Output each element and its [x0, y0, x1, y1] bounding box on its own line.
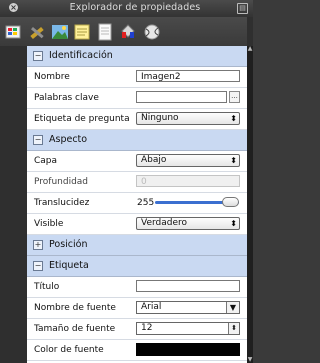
landscape-icon[interactable] [51, 23, 69, 41]
select-value: Abajo [141, 155, 167, 165]
section-title: Posición [49, 239, 88, 250]
row-titulo: Título [27, 277, 247, 298]
toolbar [0, 17, 247, 46]
palabras-clave-input[interactable] [136, 91, 227, 103]
row-translucidez: Translucidez 255 [27, 193, 247, 214]
color-fuente-label: Color de fuente [34, 345, 104, 355]
tamano-fuente-label: Tamaño de fuente [34, 324, 116, 334]
row-color-fuente: Color de fuente [27, 340, 247, 361]
updown-arrows-icon: ⬍ [230, 114, 237, 123]
window-title: Explorador de propiedades [69, 2, 201, 13]
scroll-down-icon[interactable]: ▼ [247, 357, 253, 363]
color-fuente-swatch[interactable] [136, 343, 240, 356]
visible-label: Visible [34, 219, 64, 229]
section-aspecto[interactable]: − Aspecto [27, 130, 247, 151]
translucidez-slider-handle[interactable] [222, 197, 239, 207]
nombre-fuente-label: Nombre de fuente [34, 303, 116, 313]
updown-arrows-icon: ⬍ [230, 219, 237, 228]
profundidad-label: Profundidad [34, 177, 89, 187]
translucidez-label: Translucidez [34, 198, 90, 208]
row-nombre-fuente: Nombre de fuente Arial ▼ [27, 298, 247, 319]
select-value: Ninguno [141, 113, 179, 123]
updown-arrows-icon: ⬍ [230, 156, 237, 165]
capa-select[interactable]: Abajo ⬍ [136, 154, 240, 167]
nombre-label: Nombre [34, 72, 70, 82]
updown-arrows-icon[interactable]: ⬍ [228, 323, 239, 334]
row-capa: Capa Abajo ⬍ [27, 151, 247, 172]
collapse-toggle-icon[interactable]: − [33, 261, 43, 271]
close-icon[interactable]: × [9, 3, 18, 12]
etiqueta-pregunta-label: Etiqueta de pregunta [34, 114, 130, 124]
scroll-up-icon[interactable]: ▲ [247, 46, 253, 52]
nombre-fuente-combobox[interactable]: Arial ▼ [136, 301, 240, 314]
select-value: Arial [141, 302, 162, 312]
vertical-scrollbar[interactable]: ▲ ▼ [247, 46, 253, 363]
title-bar[interactable]: × Explorador de propiedades ▤ [0, 0, 253, 17]
collapse-toggle-icon[interactable]: − [33, 135, 43, 145]
etiqueta-pregunta-select[interactable]: Ninguno ⬍ [136, 112, 240, 125]
section-posicion[interactable]: + Posición [27, 235, 247, 256]
profundidad-input: 0 [136, 175, 240, 187]
row-tamano-fuente: Tamaño de fuente 12 ⬍ [27, 319, 247, 340]
row-etiqueta-pregunta: Etiqueta de pregunta Ninguno ⬍ [27, 109, 247, 130]
properties-panel: − Identificación Nombre Imagen2 Palabras… [27, 46, 247, 363]
collapse-toggle-icon[interactable]: − [33, 51, 43, 61]
select-value: Verdadero [141, 218, 188, 228]
capa-label: Capa [34, 156, 58, 166]
section-title: Identificación [49, 50, 113, 61]
titulo-input[interactable] [136, 280, 240, 292]
translucidez-value: 255 [137, 198, 155, 208]
section-identificacion[interactable]: − Identificación [27, 46, 247, 67]
row-visible: Visible Verdadero ⬍ [27, 214, 247, 235]
property-inspector-window: × Explorador de propiedades ▤ − Identifi… [0, 0, 253, 363]
section-title: Etiqueta [49, 260, 89, 271]
section-etiqueta[interactable]: − Etiqueta [27, 256, 247, 277]
row-nombre: Nombre Imagen2 [27, 67, 247, 88]
chevron-down-icon[interactable]: ▼ [226, 302, 239, 313]
row-profundidad: Profundidad 0 [27, 172, 247, 193]
document-icon[interactable] [96, 23, 114, 41]
expand-toggle-icon[interactable]: + [33, 240, 43, 250]
palette-icon[interactable] [5, 23, 23, 41]
palabras-clave-label: Palabras clave [34, 93, 99, 103]
palabras-clave-browse-button[interactable]: ... [229, 91, 240, 103]
tennis-ball-icon[interactable] [143, 23, 161, 41]
visible-select[interactable]: Verdadero ⬍ [136, 217, 240, 230]
section-title: Aspecto [49, 134, 88, 145]
paint-bucket-icon[interactable] [119, 23, 137, 41]
nombre-input[interactable]: Imagen2 [136, 70, 240, 82]
titulo-label: Título [34, 282, 60, 292]
tamano-fuente-stepper[interactable]: 12 ⬍ [136, 322, 240, 335]
select-value: 12 [141, 323, 153, 333]
notes-icon[interactable] [73, 23, 91, 41]
row-palabras-clave: Palabras clave ... [27, 88, 247, 109]
panel-menu-icon[interactable]: ▤ [237, 3, 248, 14]
tools-icon[interactable] [28, 23, 46, 41]
